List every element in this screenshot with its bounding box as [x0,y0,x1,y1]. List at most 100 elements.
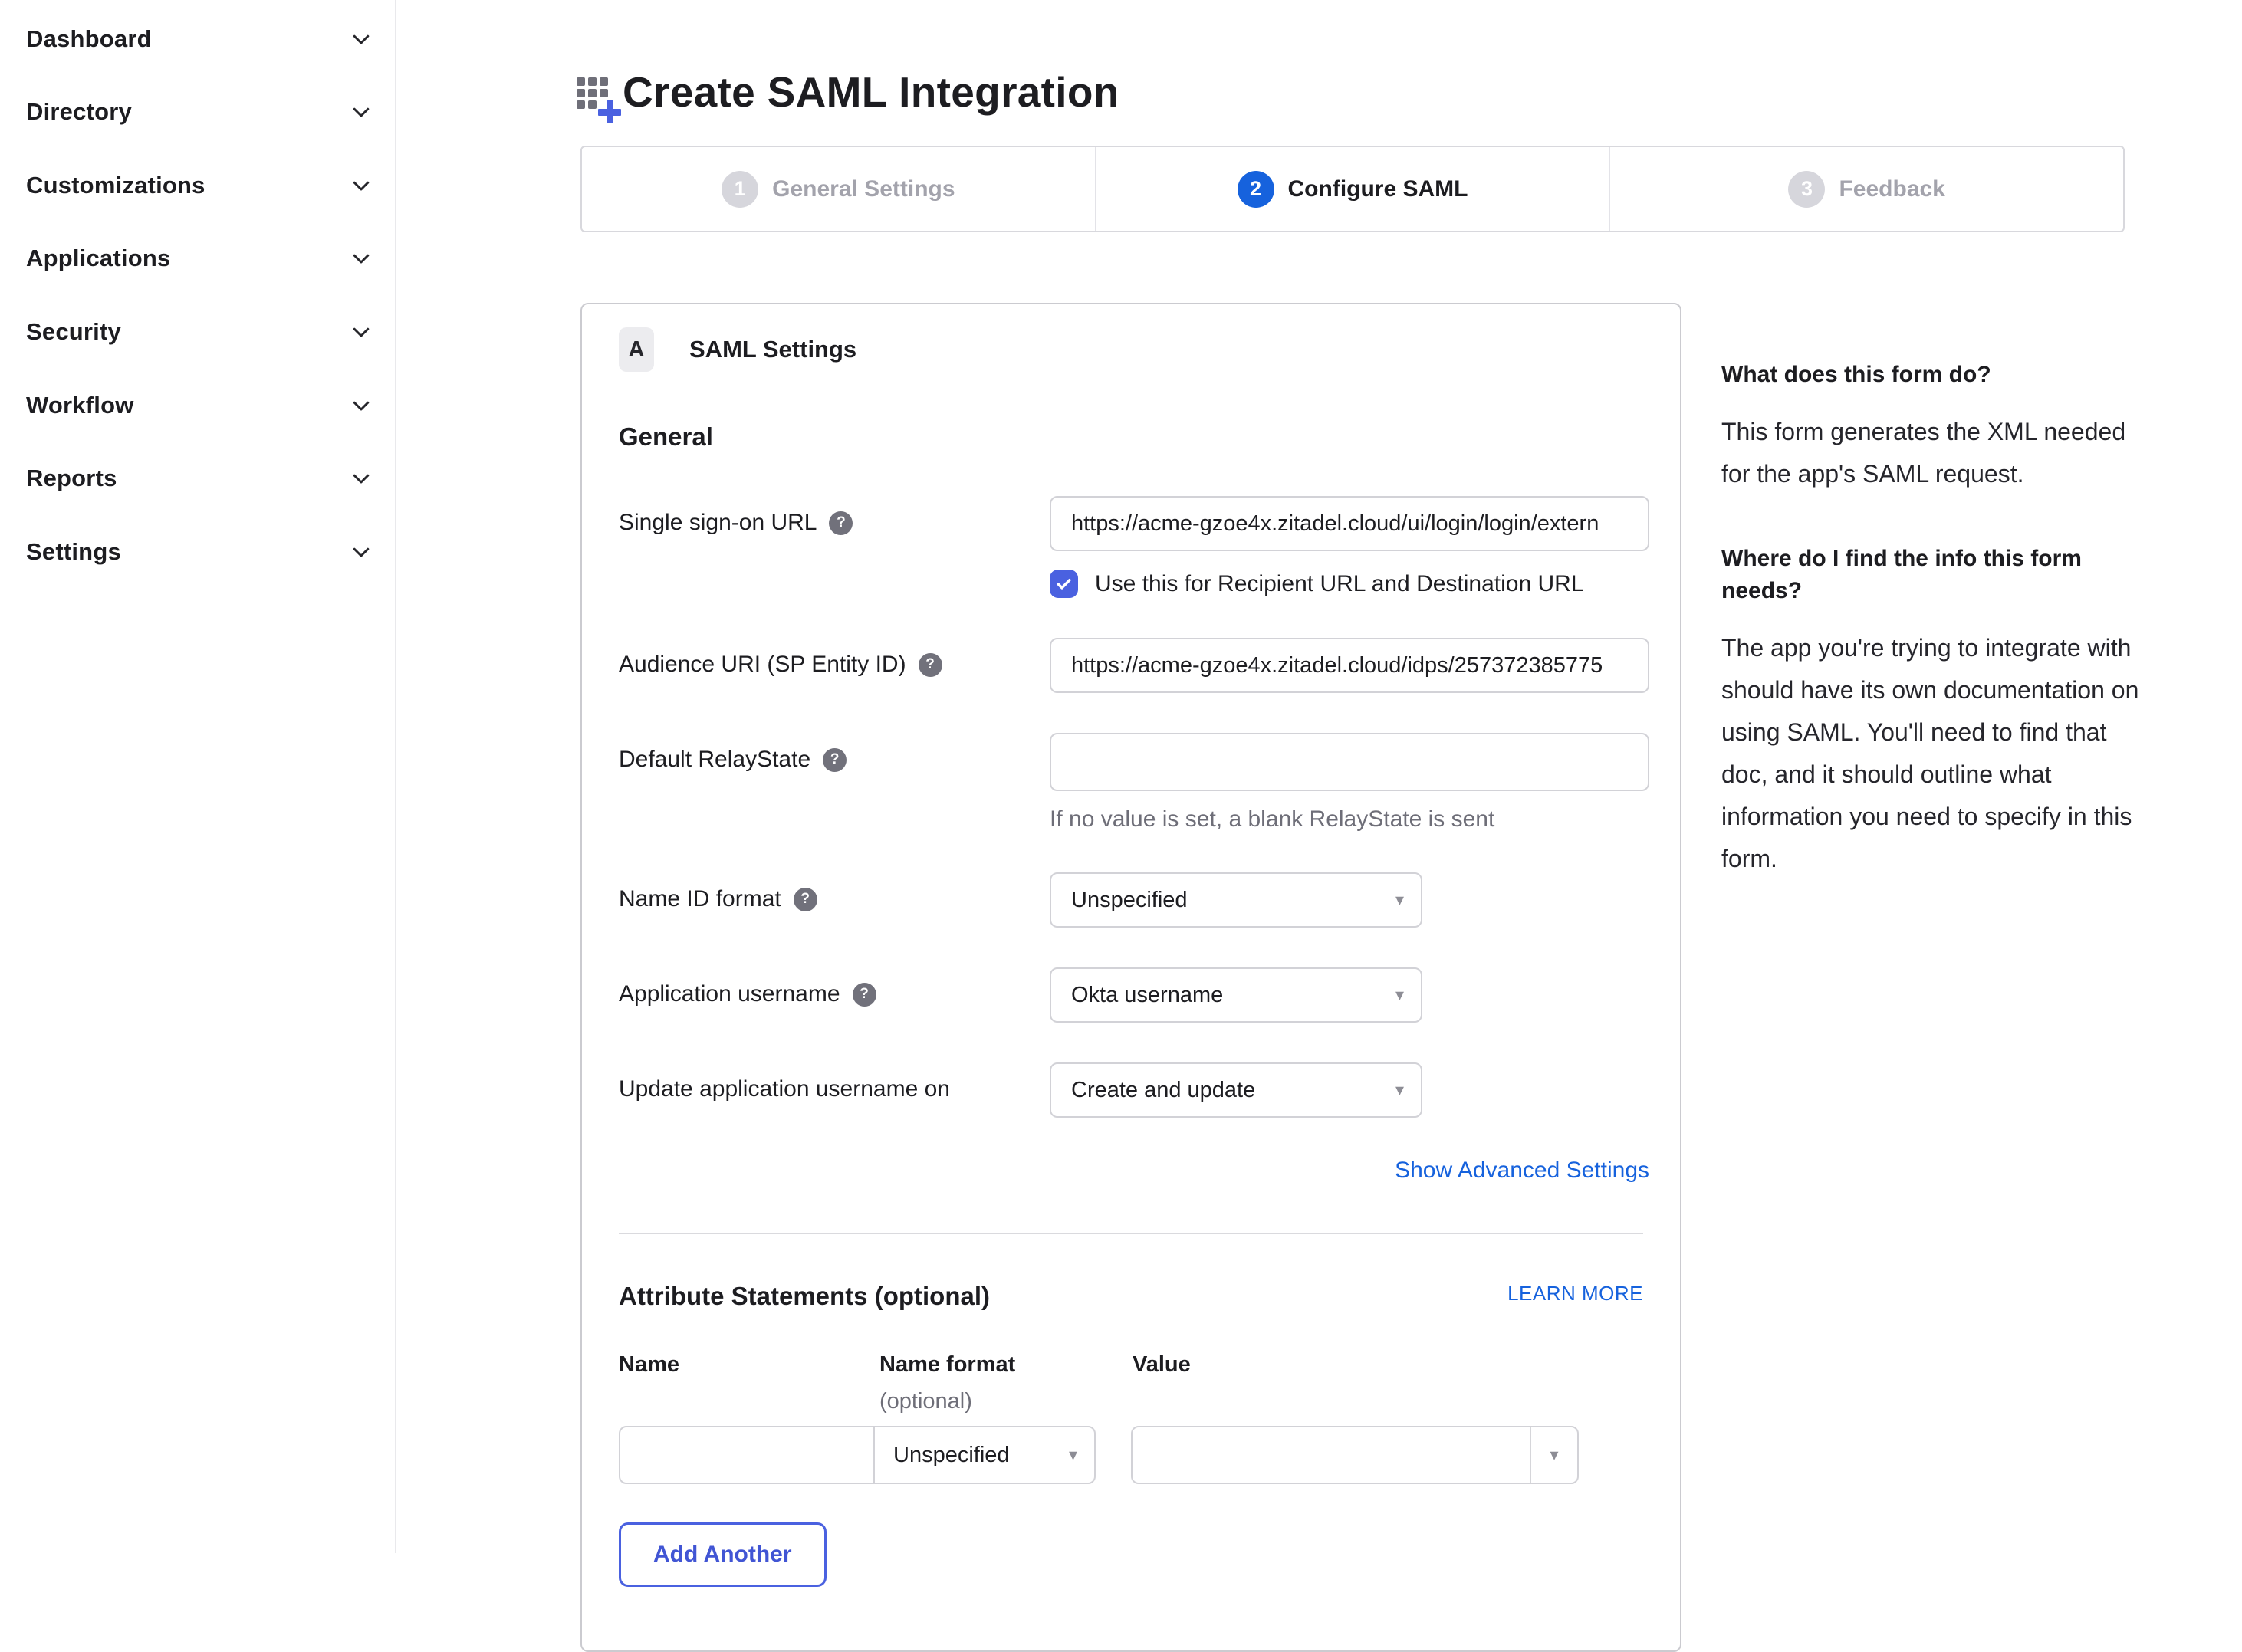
sidebar-item-label: Customizations [26,172,205,199]
application-username-value: Okta username [1071,983,1223,1008]
chevron-down-icon [350,320,373,343]
recipient-url-checkbox[interactable] [1050,570,1078,598]
help-icon[interactable]: ? [853,983,876,1007]
sidebar-item-applications[interactable]: Applications [26,241,373,276]
checkmark-icon [1054,574,1073,593]
help-icon[interactable]: ? [829,511,853,535]
sso-url-input[interactable] [1050,496,1649,551]
help-heading-1: What does this form do? [1721,359,2139,391]
saml-settings-card: A SAML Settings General Single sign-on U… [580,303,1682,1652]
help-panel: What does this form do? This form genera… [1721,359,2139,928]
audience-uri-row: Audience URI (SP Entity ID) ? [619,638,1643,693]
recipient-url-check-row: Use this for Recipient URL and Destinati… [1050,570,1649,598]
help-glyph: ? [830,751,840,768]
sidebar-item-dashboard[interactable]: Dashboard [26,21,373,57]
sidebar-item-settings[interactable]: Settings [26,534,373,570]
sidebar-item-label: Applications [26,245,170,272]
sso-url-control: Use this for Recipient URL and Destinati… [1050,496,1649,598]
attribute-name-format-select[interactable]: Unspecified ▾ [873,1426,1096,1484]
page-title: Create SAML Integration [623,67,1119,117]
recipient-url-checkbox-label: Use this for Recipient URL and Destinati… [1095,571,1584,597]
page-header: Create SAML Integration [577,67,1119,117]
relay-state-label: Default RelayState [619,747,810,773]
sidebar-item-label: Workflow [26,392,134,419]
sidebar-item-workflow[interactable]: Workflow [26,388,373,423]
update-username-label-wrap: Update application username on [619,1062,1050,1102]
attribute-table-headers: Name Name format (optional) Value [619,1352,1643,1426]
update-username-row: Update application username on Create an… [619,1062,1643,1118]
sidebar-item-label: Directory [26,98,132,126]
chevron-down-icon [350,394,373,417]
card-title: SAML Settings [689,336,856,363]
audience-uri-input[interactable] [1050,638,1649,693]
chevron-down-icon [350,100,373,123]
combobox-arrow[interactable]: ▾ [1530,1427,1577,1483]
audience-uri-label-wrap: Audience URI (SP Entity ID) ? [619,638,1050,678]
sidebar-item-reports[interactable]: Reports [26,461,373,496]
update-username-select[interactable]: Create and update ▾ [1050,1062,1422,1118]
help-icon[interactable]: ? [823,748,847,772]
step-feedback[interactable]: 3 Feedback [1609,147,2123,231]
general-form: Single sign-on URL ? Use this for Recipi… [619,496,1643,1184]
step-number: 3 [1788,171,1825,208]
sidebar-item-directory[interactable]: Directory [26,94,373,130]
show-advanced-settings-link[interactable]: Show Advanced Settings [1395,1158,1649,1183]
sso-url-label-wrap: Single sign-on URL ? [619,496,1050,536]
attribute-statements-header: Attribute Statements (optional) LEARN MO… [619,1282,1643,1311]
sso-url-row: Single sign-on URL ? Use this for Recipi… [619,496,1643,598]
application-username-select[interactable]: Okta username ▾ [1050,967,1422,1023]
dropdown-caret-icon: ▾ [1550,1445,1558,1465]
help-icon[interactable]: ? [919,653,942,677]
help-icon[interactable]: ? [794,888,817,911]
chevron-down-icon [350,174,373,197]
name-id-format-value: Unspecified [1071,888,1188,913]
attribute-name-input[interactable] [619,1426,875,1484]
audience-uri-control [1050,638,1649,693]
step-configure-saml[interactable]: 2 Configure SAML [1095,147,1609,231]
name-id-format-label-wrap: Name ID format ? [619,872,1050,912]
sidebar-item-label: Reports [26,465,117,492]
step-indicator: 1 General Settings 2 Configure SAML 3 Fe… [580,146,2125,232]
dropdown-caret-icon: ▾ [1069,1447,1077,1463]
attribute-statement-row: Unspecified ▾ ▾ [619,1426,1643,1484]
help-glyph: ? [925,656,935,673]
column-header-name: Name [619,1352,679,1378]
name-id-format-row: Name ID format ? Unspecified ▾ [619,872,1643,928]
grid-plus-icon [577,76,616,116]
sso-url-label: Single sign-on URL [619,510,817,536]
help-heading-2: Where do I find the info this form needs… [1721,543,2139,607]
learn-more-link[interactable]: LEARN MORE [1507,1282,1643,1306]
sidebar: Dashboard Directory Customizations Appli… [0,0,396,1553]
name-id-format-select[interactable]: Unspecified ▾ [1050,872,1422,928]
step-general-settings[interactable]: 1 General Settings [582,147,1095,231]
attribute-value-input[interactable] [1133,1427,1530,1483]
step-label: Feedback [1839,176,1944,202]
general-heading: General [619,422,1643,452]
sidebar-item-label: Security [26,318,121,346]
update-username-control: Create and update ▾ [1050,1062,1643,1118]
relay-state-row: Default RelayState ? If no value is set,… [619,733,1643,833]
column-header-name-format: Name format [879,1352,1015,1378]
help-glyph: ? [837,514,846,531]
add-another-button[interactable]: Add Another [619,1522,827,1587]
chevron-down-icon [350,247,373,270]
step-number: 1 [722,171,758,208]
chevron-down-icon [350,467,373,490]
column-header-value: Value [1133,1352,1191,1378]
audience-uri-label: Audience URI (SP Entity ID) [619,652,906,678]
help-glyph: ? [800,891,810,908]
chevron-down-icon [350,28,373,51]
sidebar-item-customizations[interactable]: Customizations [26,168,373,203]
help-body-1: This form generates the XML needed for t… [1721,411,2139,495]
application-username-label: Application username [619,981,840,1007]
application-username-label-wrap: Application username ? [619,967,1050,1007]
attribute-statements-heading: Attribute Statements (optional) [619,1282,990,1311]
relay-state-control: If no value is set, a blank RelayState i… [1050,733,1649,833]
sidebar-item-security[interactable]: Security [26,314,373,350]
sidebar-item-label: Settings [26,538,121,566]
help-body-2: The app you're trying to integrate with … [1721,627,2139,880]
dropdown-caret-icon: ▾ [1395,987,1404,1003]
application-username-row: Application username ? Okta username ▾ [619,967,1643,1023]
relay-state-input[interactable] [1050,733,1649,791]
dropdown-caret-icon: ▾ [1395,892,1404,908]
